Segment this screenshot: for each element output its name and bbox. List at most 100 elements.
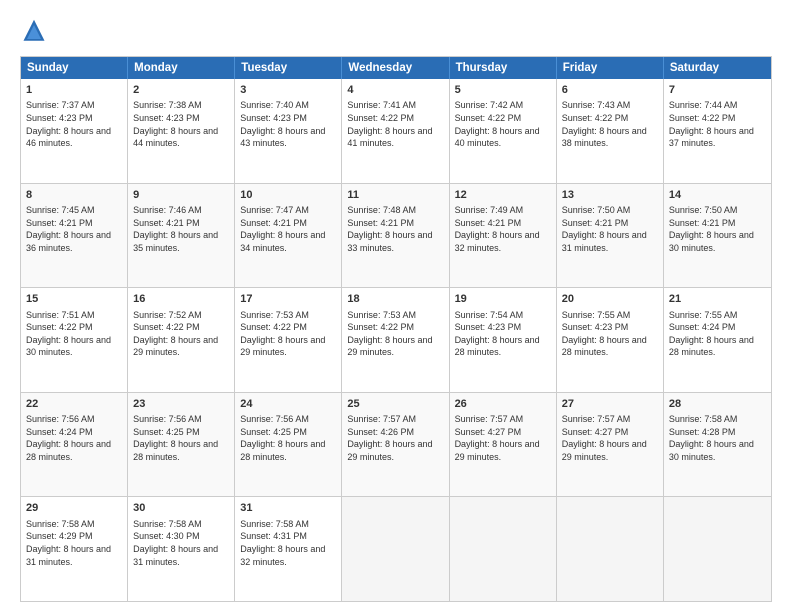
sunset-text: Sunset: 4:21 PM <box>26 218 93 228</box>
sunset-text: Sunset: 4:27 PM <box>455 427 522 437</box>
sunset-text: Sunset: 4:22 PM <box>455 113 522 123</box>
day-number: 25 <box>347 397 443 412</box>
daylight-text: Daylight: 8 hours and 32 minutes. <box>240 544 325 567</box>
weekday-header: Wednesday <box>342 57 449 79</box>
calendar-cell: 4Sunrise: 7:41 AMSunset: 4:22 PMDaylight… <box>342 79 449 183</box>
calendar-cell: 26Sunrise: 7:57 AMSunset: 4:27 PMDayligh… <box>450 393 557 497</box>
calendar-cell: 17Sunrise: 7:53 AMSunset: 4:22 PMDayligh… <box>235 288 342 392</box>
sunset-text: Sunset: 4:21 PM <box>347 218 414 228</box>
page: SundayMondayTuesdayWednesdayThursdayFrid… <box>0 0 792 612</box>
calendar-cell <box>450 497 557 601</box>
calendar-cell: 10 Sunrise: 7:47 AM Sunset: 4:21 PM Dayligh… <box>235 184 342 288</box>
sunrise-text: Sunrise: 7:55 AM <box>562 310 631 320</box>
day-number: 29 <box>26 501 122 516</box>
daylight-text: Daylight: 8 hours and 32 minutes. <box>455 230 540 253</box>
sunrise-text: Sunrise: 7:58 AM <box>669 414 738 424</box>
calendar-cell: 7Sunrise: 7:44 AMSunset: 4:22 PMDaylight… <box>664 79 771 183</box>
day-number: 23 <box>133 397 229 412</box>
sunset-text: Sunset: 4:28 PM <box>669 427 736 437</box>
daylight-text: Daylight: 8 hours and 28 minutes. <box>455 335 540 358</box>
daylight-text: Daylight: 8 hours and 31 minutes. <box>562 230 647 253</box>
sunrise-text: Sunrise: 7:56 AM <box>26 414 95 424</box>
sunrise-text: Sunrise: 7:37 AM <box>26 100 95 110</box>
sunrise-text: Sunrise: 7:57 AM <box>347 414 416 424</box>
day-number: 7 <box>669 83 766 98</box>
day-number: 3 <box>240 83 336 98</box>
sunrise-text: Sunrise: 7:53 AM <box>347 310 416 320</box>
header <box>20 18 772 46</box>
sunset-text: Sunset: 4:25 PM <box>133 427 200 437</box>
sunset-text: Sunset: 4:22 PM <box>133 322 200 332</box>
day-number: 18 <box>347 292 443 307</box>
calendar-cell: 9Sunrise: 7:46 AMSunset: 4:21 PMDaylight… <box>128 184 235 288</box>
calendar-header: SundayMondayTuesdayWednesdayThursdayFrid… <box>21 57 771 79</box>
sunset-text: Sunset: 4:23 PM <box>26 113 93 123</box>
weekday-header: Saturday <box>664 57 771 79</box>
day-number: 12 <box>455 188 551 203</box>
sunrise-text: Sunrise: 7:46 AM <box>133 205 202 215</box>
calendar-cell: 30Sunrise: 7:58 AMSunset: 4:30 PMDayligh… <box>128 497 235 601</box>
sunrise-text: Sunrise: 7:41 AM <box>347 100 416 110</box>
daylight-text: Daylight: 8 hours and 30 minutes. <box>669 230 754 253</box>
weekday-header: Tuesday <box>235 57 342 79</box>
sunset-text: Sunset: 4:22 PM <box>669 113 736 123</box>
sunrise-text: Sunrise: 7:38 AM <box>133 100 202 110</box>
day-number: 10 <box>240 188 336 203</box>
daylight-text: Daylight: 8 hours and 40 minutes. <box>455 126 540 149</box>
calendar-cell: 25Sunrise: 7:57 AMSunset: 4:26 PMDayligh… <box>342 393 449 497</box>
calendar-cell: 6Sunrise: 7:43 AMSunset: 4:22 PMDaylight… <box>557 79 664 183</box>
daylight-text: Daylight: 8 hours and 28 minutes. <box>240 439 325 462</box>
day-number: 20 <box>562 292 658 307</box>
sunrise-text: Sunrise: 7:45 AM <box>26 205 95 215</box>
calendar-cell: 22Sunrise: 7:56 AMSunset: 4:24 PMDayligh… <box>21 393 128 497</box>
day-number: 6 <box>562 83 658 98</box>
sunrise-text: Sunrise: 7:42 AM <box>455 100 524 110</box>
daylight-text: Daylight: 8 hours and 29 minutes. <box>240 335 325 358</box>
day-number: 31 <box>240 501 336 516</box>
calendar-cell: 23Sunrise: 7:56 AMSunset: 4:25 PMDayligh… <box>128 393 235 497</box>
day-number: 26 <box>455 397 551 412</box>
calendar-row: 22Sunrise: 7:56 AMSunset: 4:24 PMDayligh… <box>21 392 771 497</box>
sunrise-text: Sunrise: 7:57 AM <box>562 414 631 424</box>
calendar-cell: 1Sunrise: 7:37 AMSunset: 4:23 PMDaylight… <box>21 79 128 183</box>
sunset-text: Sunset: 4:31 PM <box>240 531 307 541</box>
daylight-text: Daylight: 8 hours and 37 minutes. <box>669 126 754 149</box>
daylight-text: Daylight: 8 hours and 29 minutes. <box>133 335 218 358</box>
sunrise-text: Sunrise: 7:48 AM <box>347 205 416 215</box>
daylight-text: Daylight: 8 hours and 28 minutes. <box>669 335 754 358</box>
day-number: 22 <box>26 397 122 412</box>
sunrise-text: Sunrise: 7:51 AM <box>26 310 95 320</box>
weekday-header: Friday <box>557 57 664 79</box>
calendar-body: 1 Sunrise: 7:37 AM Sunset: 4:23 PM Daylight… <box>21 79 771 601</box>
day-number: 19 <box>455 292 551 307</box>
calendar-cell <box>342 497 449 601</box>
sunrise-text: Sunrise: 7:52 AM <box>133 310 202 320</box>
calendar-cell <box>664 497 771 601</box>
sunrise-text: Sunrise: 7:47 AM <box>240 205 309 215</box>
sunset-text: Sunset: 4:22 PM <box>347 322 414 332</box>
daylight-text: Daylight: 8 hours and 34 minutes. <box>240 230 325 253</box>
day-number: 8 <box>26 188 122 203</box>
day-number: 4 <box>347 83 443 98</box>
calendar-cell: 11Sunrise: 7:48 AMSunset: 4:21 PMDayligh… <box>342 184 449 288</box>
daylight-text: Daylight: 8 hours and 44 minutes. <box>133 126 218 149</box>
sunset-text: Sunset: 4:21 PM <box>240 218 307 228</box>
calendar-cell: 14Sunrise: 7:50 AMSunset: 4:21 PMDayligh… <box>664 184 771 288</box>
sunset-text: Sunset: 4:22 PM <box>26 322 93 332</box>
sunset-text: Sunset: 4:30 PM <box>133 531 200 541</box>
sunset-text: Sunset: 4:21 PM <box>669 218 736 228</box>
calendar-cell: 28Sunrise: 7:58 AMSunset: 4:28 PMDayligh… <box>664 393 771 497</box>
sunrise-text: Sunrise: 7:56 AM <box>133 414 202 424</box>
sunset-text: Sunset: 4:23 PM <box>562 322 629 332</box>
calendar-cell: 21Sunrise: 7:55 AMSunset: 4:24 PMDayligh… <box>664 288 771 392</box>
calendar-cell: 2Sunrise: 7:38 AMSunset: 4:23 PMDaylight… <box>128 79 235 183</box>
sunset-text: Sunset: 4:25 PM <box>240 427 307 437</box>
sunset-text: Sunset: 4:23 PM <box>133 113 200 123</box>
sunrise-text: Sunrise: 7:57 AM <box>455 414 524 424</box>
day-number: 1 <box>26 83 122 98</box>
sunrise-text: Sunrise: 7:56 AM <box>240 414 309 424</box>
sunset-text: Sunset: 4:26 PM <box>347 427 414 437</box>
daylight-text: Daylight: 8 hours and 33 minutes. <box>347 230 432 253</box>
sunset-text: Sunset: 4:23 PM <box>455 322 522 332</box>
sunset-text: Sunset: 4:24 PM <box>669 322 736 332</box>
